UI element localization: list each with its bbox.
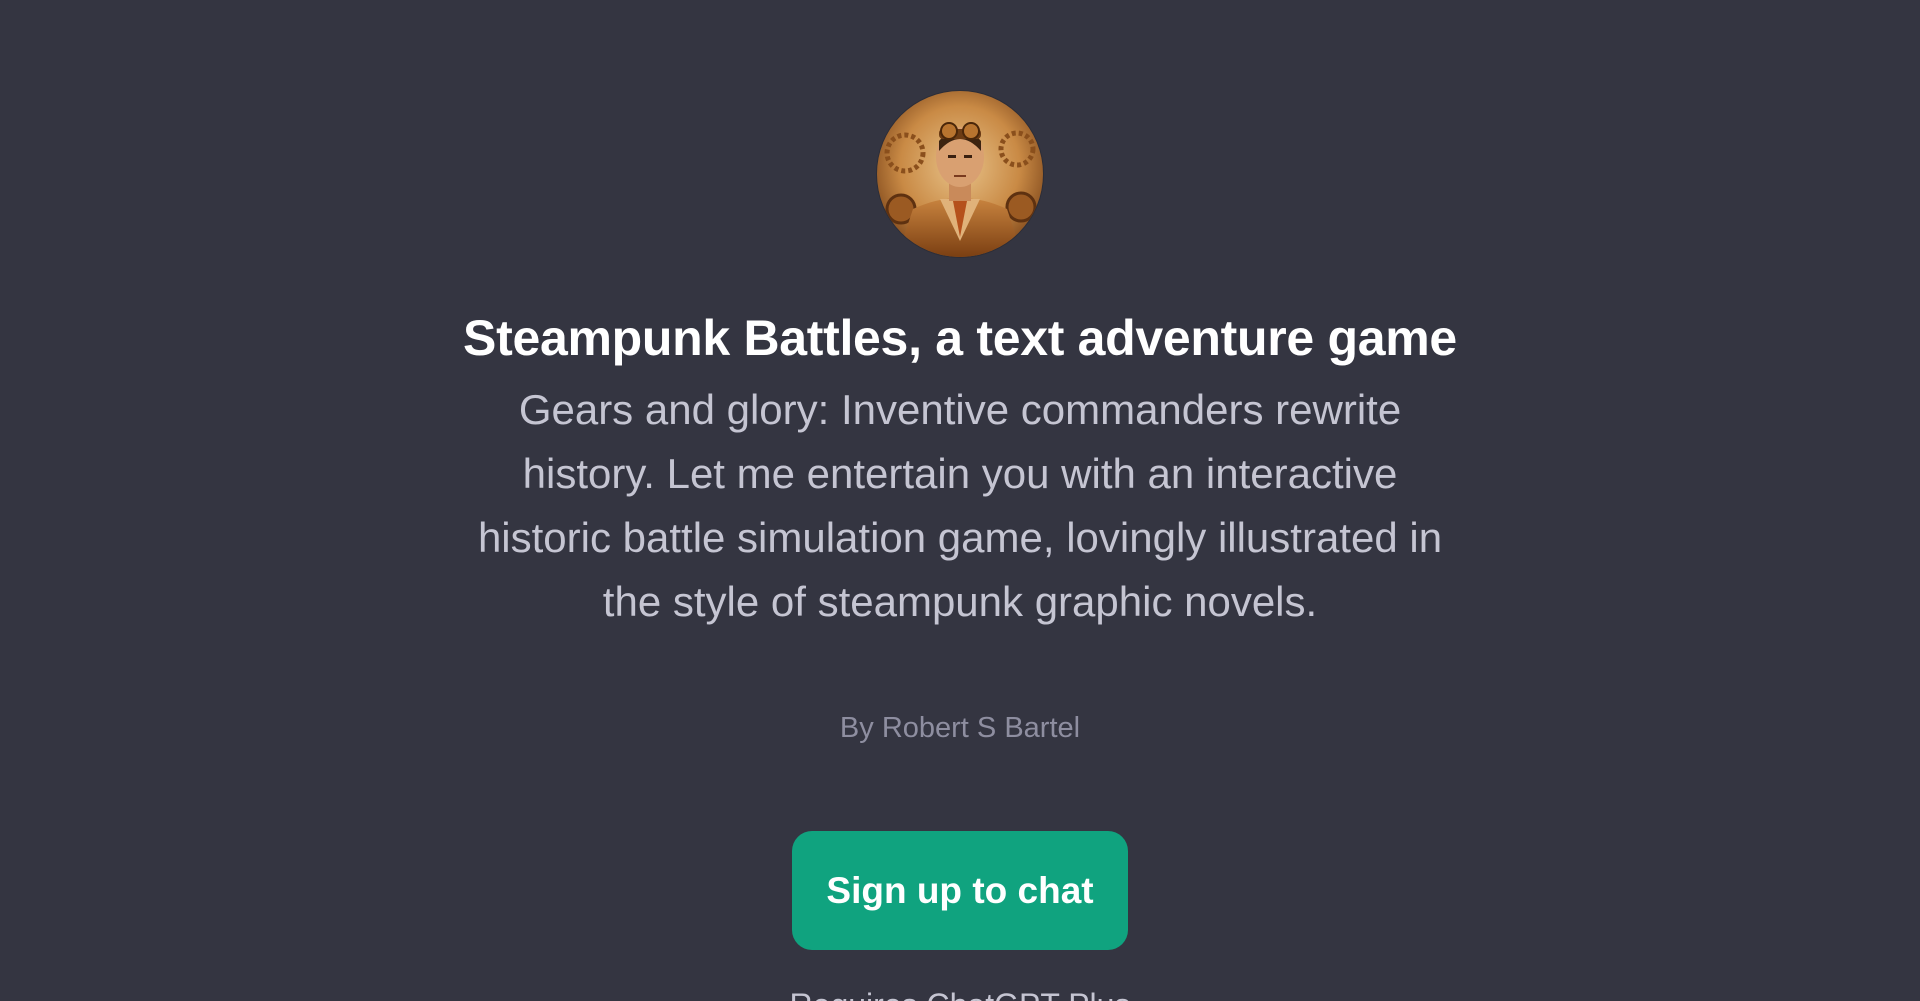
gpt-author: By Robert S Bartel xyxy=(839,712,1081,744)
gpt-avatar xyxy=(877,91,1043,257)
footer-note: Requires ChatGPT Plus xyxy=(0,985,1920,1001)
steampunk-commander-avatar-icon xyxy=(877,91,1043,257)
sign-up-to-chat-button[interactable]: Sign up to chat xyxy=(792,831,1128,950)
gpt-title: Steampunk Battles, a text adventure game xyxy=(463,310,1457,366)
gpt-description: Gears and glory: Inventive commanders re… xyxy=(477,386,1443,625)
gpt-landing-page: Steampunk Battles, a text adventure game… xyxy=(0,0,1920,1001)
